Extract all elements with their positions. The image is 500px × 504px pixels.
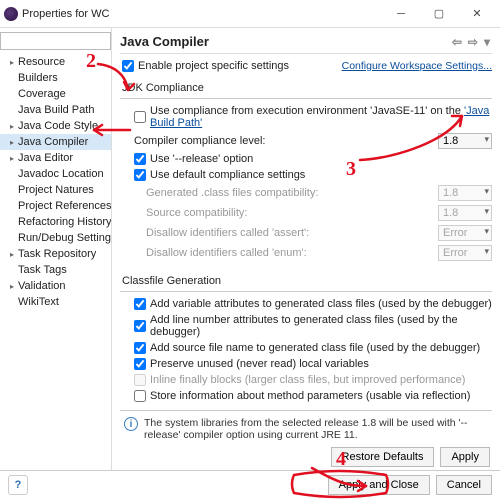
sidebar-item-label: WikiText (18, 296, 59, 308)
sidebar-item-label: Javadoc Location (18, 168, 104, 180)
sidebar-item-label: Builders (18, 72, 58, 84)
compliance-level-label: Compiler compliance level: (134, 135, 265, 147)
title-bar: Properties for WC ─ ▢ ✕ (0, 0, 500, 28)
sidebar-item-label: Task Tags (18, 264, 67, 276)
sidebar-item-label: Java Code Style (18, 120, 98, 132)
sidebar-item-java-code-style[interactable]: ▸Java Code Style (0, 118, 111, 134)
sidebar-item-label: Validation (18, 280, 66, 292)
use-default-label: Use default compliance settings (150, 169, 305, 181)
cf-var-attr-checkbox[interactable] (134, 298, 146, 310)
sidebar-item-label: Coverage (18, 88, 66, 100)
page-title: Java Compiler (120, 34, 209, 49)
sidebar-item-task-tags[interactable]: Task Tags (0, 262, 111, 278)
sidebar-item-validation[interactable]: ▸Validation (0, 278, 111, 294)
sidebar-item-coverage[interactable]: Coverage (0, 86, 111, 102)
sidebar-item-label: Run/Debug Setting (18, 232, 111, 244)
eclipse-icon (4, 7, 18, 21)
nav-menu-icon[interactable]: ▾ (482, 35, 492, 49)
sidebar-item-task-repository[interactable]: ▸Task Repository (0, 246, 111, 262)
cf-src-file-label: Add source file name to generated class … (150, 342, 480, 354)
cf-preserve-checkbox[interactable] (134, 358, 146, 370)
cancel-button[interactable]: Cancel (436, 475, 492, 495)
disallow-assert-select: Error (438, 225, 492, 241)
disallow-enum-label: Disallow identifiers called 'enum': (146, 247, 307, 259)
gen-class-compat-label: Generated .class files compatibility: (146, 187, 318, 199)
minimize-button[interactable]: ─ (382, 1, 420, 27)
disallow-assert-label: Disallow identifiers called 'assert': (146, 227, 309, 239)
configure-workspace-link[interactable]: Configure Workspace Settings... (342, 60, 492, 72)
sidebar: ▸ResourceBuildersCoverageJava Build Path… (0, 28, 112, 470)
sidebar-item-label: Java Compiler (18, 136, 88, 148)
gen-class-compat-select: 1.8 (438, 185, 492, 201)
sidebar-item-label: Project Natures (18, 184, 94, 196)
use-compliance-label: Use compliance from execution environmen… (150, 105, 492, 129)
cf-inline-checkbox (134, 374, 146, 386)
use-release-label: Use '--release' option (150, 153, 253, 165)
sidebar-item-javadoc-location[interactable]: Javadoc Location (0, 166, 111, 182)
compliance-level-select[interactable]: 1.8 (438, 133, 492, 149)
sidebar-item-label: Resource (18, 56, 65, 68)
chevron-right-icon: ▸ (10, 250, 18, 259)
content-pane: Java Compiler ⇦ ⇨ ▾ Enable project speci… (112, 28, 500, 470)
close-button[interactable]: ✕ (458, 1, 496, 27)
apply-button[interactable]: Apply (440, 447, 490, 467)
apply-close-button[interactable]: Apply and Close (328, 475, 430, 495)
sidebar-item-project-natures[interactable]: Project Natures (0, 182, 111, 198)
enable-specific-label: Enable project specific settings (138, 60, 289, 72)
maximize-button[interactable]: ▢ (420, 1, 458, 27)
info-icon: i (124, 417, 138, 431)
use-release-checkbox[interactable] (134, 153, 146, 165)
disallow-enum-select: Error (438, 245, 492, 261)
cf-src-file-checkbox[interactable] (134, 342, 146, 354)
use-compliance-checkbox[interactable] (134, 111, 146, 123)
sidebar-item-label: Task Repository (18, 248, 96, 260)
nav-fwd-icon[interactable]: ⇨ (466, 35, 480, 49)
chevron-right-icon: ▸ (10, 138, 18, 147)
chevron-right-icon: ▸ (10, 122, 18, 131)
sidebar-item-resource[interactable]: ▸Resource (0, 54, 111, 70)
sidebar-item-project-references[interactable]: Project References (0, 198, 111, 214)
chevron-right-icon: ▸ (10, 282, 18, 291)
help-button[interactable]: ? (8, 475, 28, 495)
enable-specific-checkbox[interactable] (122, 60, 134, 72)
src-compat-select: 1.8 (438, 205, 492, 221)
src-compat-label: Source compatibility: (146, 207, 248, 219)
nav-back-icon[interactable]: ⇦ (450, 35, 464, 49)
sidebar-item-java-compiler[interactable]: ▸Java Compiler (0, 134, 111, 150)
classfile-gen-label: Classfile Generation (120, 269, 492, 289)
cf-store-params-checkbox[interactable] (134, 390, 146, 402)
sidebar-item-label: Java Build Path (18, 104, 94, 116)
sidebar-item-refactoring-history[interactable]: Refactoring History (0, 214, 111, 230)
sidebar-item-label: Project References (18, 200, 112, 212)
sidebar-item-builders[interactable]: Builders (0, 70, 111, 86)
dialog-footer: ? Apply and Close Cancel (0, 470, 500, 501)
window-title: Properties for WC (22, 8, 109, 20)
use-default-checkbox[interactable] (134, 169, 146, 181)
jdk-compliance-label: JDK Compliance (120, 76, 492, 96)
cf-store-params-label: Store information about method parameter… (150, 390, 470, 402)
cf-line-num-label: Add line number attributes to generated … (150, 314, 492, 338)
sidebar-item-label: Refactoring History (18, 216, 112, 228)
sidebar-item-java-build-path[interactable]: Java Build Path (0, 102, 111, 118)
cf-line-num-checkbox[interactable] (134, 320, 146, 332)
sidebar-item-java-editor[interactable]: ▸Java Editor (0, 150, 111, 166)
sidebar-item-run-debug-setting[interactable]: Run/Debug Setting (0, 230, 111, 246)
cf-inline-label: Inline finally blocks (larger class file… (150, 374, 465, 386)
sidebar-item-label: Java Editor (18, 152, 73, 164)
cf-preserve-label: Preserve unused (never read) local varia… (150, 358, 369, 370)
info-text: The system libraries from the selected r… (144, 417, 488, 441)
info-box: i The system libraries from the selected… (120, 410, 492, 443)
filter-input[interactable] (0, 32, 111, 50)
restore-defaults-button[interactable]: Restore Defaults (331, 447, 435, 467)
chevron-right-icon: ▸ (10, 154, 18, 163)
sidebar-item-wikitext[interactable]: WikiText (0, 294, 111, 310)
cf-var-attr-label: Add variable attributes to generated cla… (150, 298, 492, 310)
chevron-right-icon: ▸ (10, 58, 18, 67)
